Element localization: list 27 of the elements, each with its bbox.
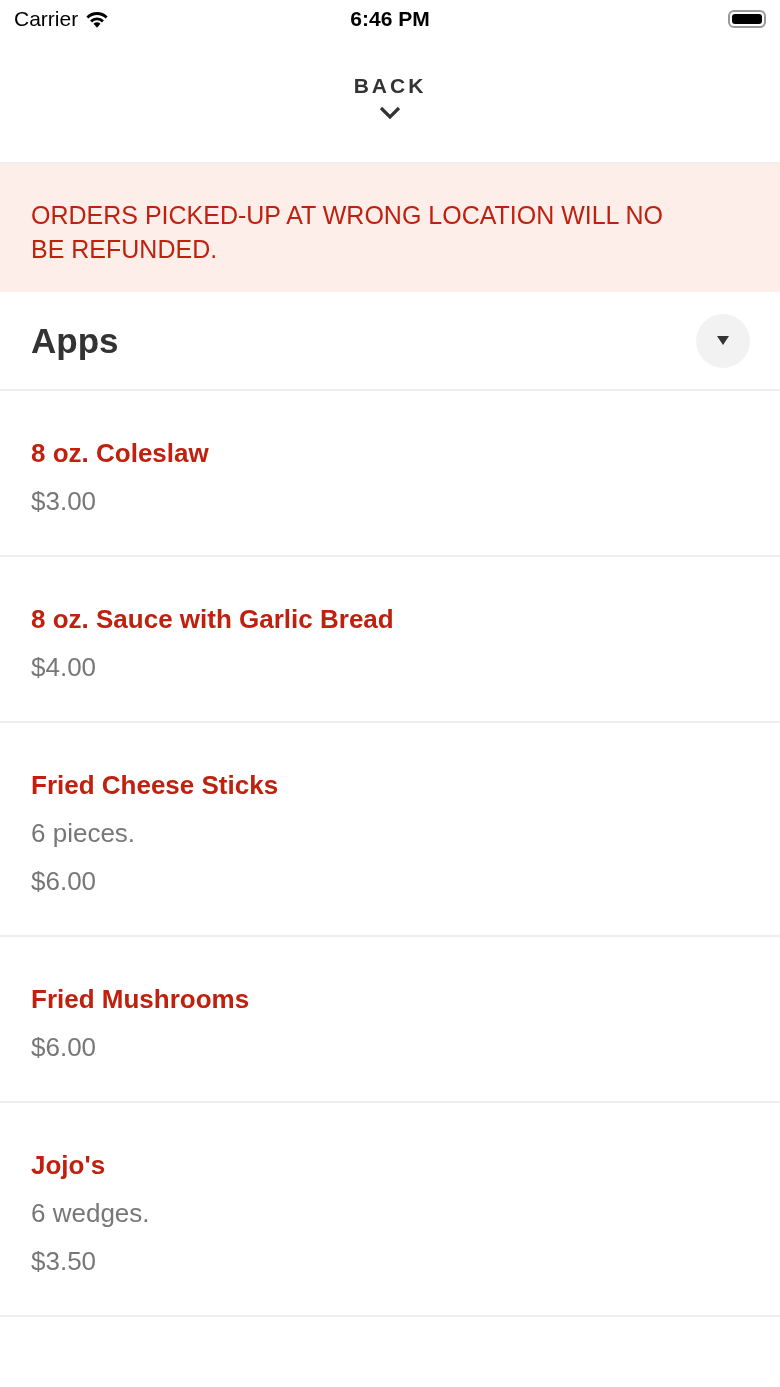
item-description: 6 pieces. [31, 817, 137, 849]
carrier-name: Carrier [14, 7, 79, 31]
clock-time: 6:46 PM [350, 7, 430, 31]
item-price: $6.00 [31, 1031, 98, 1063]
back-button[interactable]: BACK [353, 74, 427, 120]
item-name: 8 oz. Sauce with Garlic Bread [31, 603, 395, 635]
item-price: $4.00 [31, 651, 98, 683]
notice-text: ORDERS PICKED-UP AT WRONG LOCATION WILL NO [31, 200, 665, 231]
menu-item[interactable]: 8 oz. Sauce with Garlic Bread $4.00 [0, 557, 780, 723]
item-price: $6.00 [31, 865, 98, 897]
item-name: 8 oz. Coleslaw [31, 437, 210, 469]
item-description: 6 wedges. [31, 1197, 151, 1229]
chevron-down-icon [379, 106, 401, 120]
battery-icon [728, 10, 766, 28]
menu-item[interactable]: Fried Mushrooms $6.00 [0, 937, 780, 1103]
item-name: Jojo's [31, 1149, 107, 1181]
menu-item[interactable]: Fried Cheese Sticks 6 pieces. $6.00 [0, 723, 780, 937]
item-price: $3.50 [31, 1245, 98, 1277]
menu-item[interactable]: 8 oz. Coleslaw $3.00 [0, 391, 780, 557]
caret-down-icon [717, 335, 729, 346]
menu-item[interactable]: Jojo's 6 wedges. $3.50 [0, 1103, 780, 1317]
wifi-icon [84, 9, 111, 29]
item-price: $3.00 [31, 485, 98, 517]
item-name: Fried Mushrooms [31, 983, 251, 1015]
item-name: Fried Cheese Sticks [31, 769, 280, 801]
notice-text: BE REFUNDED. [31, 234, 219, 265]
section-title: Apps [31, 320, 119, 361]
